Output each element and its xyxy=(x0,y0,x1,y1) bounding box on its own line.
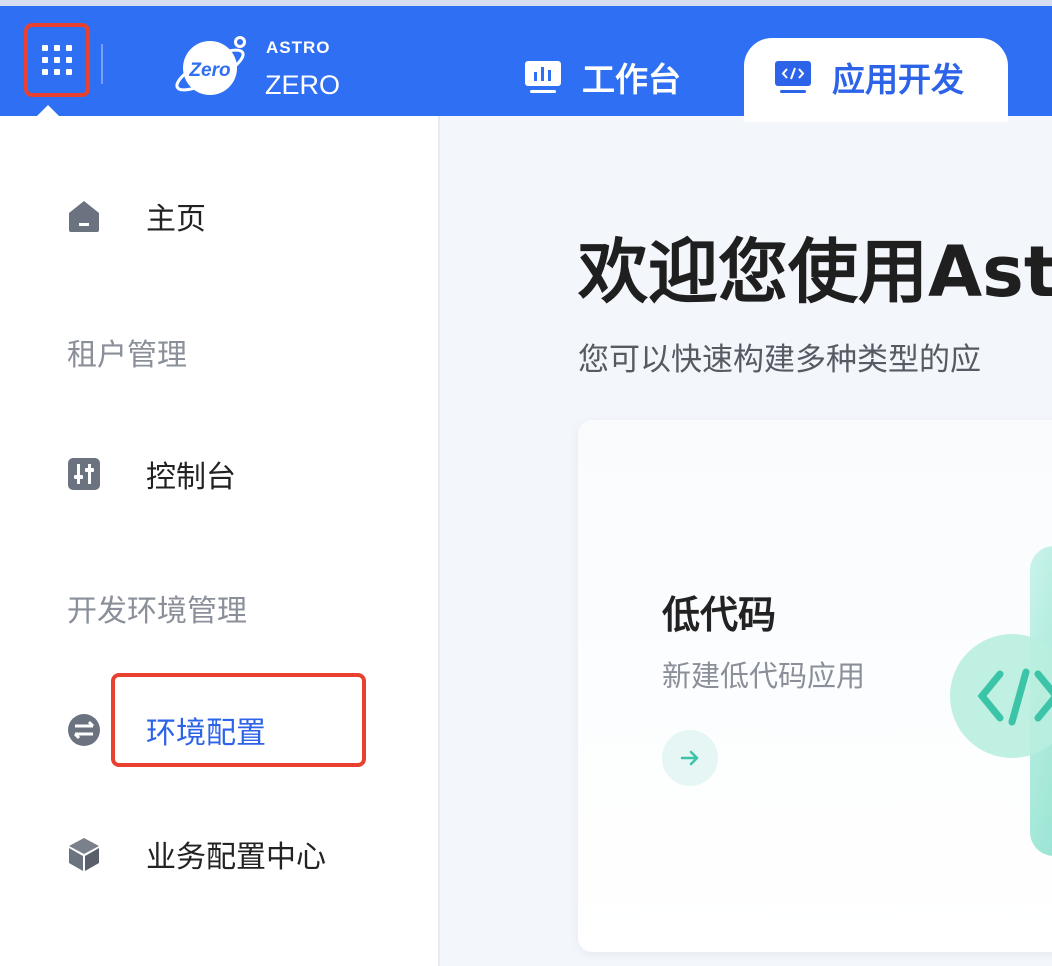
console-icon xyxy=(68,458,100,490)
code-brackets-icon xyxy=(950,546,1052,856)
header-divider xyxy=(101,44,103,84)
card-title: 低代码 xyxy=(662,593,777,637)
group-tenant-management: 租户管理 xyxy=(67,338,187,373)
sidebar-item-home[interactable]: 主页 xyxy=(66,194,206,238)
welcome-title: 欢迎您使用Ast xyxy=(578,231,1052,313)
nav-tab-workbench[interactable]: 工作台 xyxy=(524,38,681,122)
nav-tab-app-development[interactable]: 应用开发 xyxy=(744,38,1008,122)
astro-zero-logo[interactable]: Zero xyxy=(170,26,250,106)
top-navigation-bar: Zero ASTRO ZERO 工作台 应用开发 xyxy=(0,0,1052,122)
sidebar-item-business-config-label: 业务配置中心 xyxy=(146,840,326,875)
sidebar-item-console[interactable]: 控制台 xyxy=(66,452,236,496)
code-icon xyxy=(775,61,811,93)
cube-icon xyxy=(69,838,99,871)
main-content: 欢迎您使用Ast 您可以快速构建多种类型的应 低代码 新建低代码应用 xyxy=(440,116,1052,966)
brand-name-top: ASTRO xyxy=(266,38,331,57)
launcher-caret xyxy=(37,105,59,116)
active-item-highlight xyxy=(111,673,366,767)
low-code-card[interactable]: 低代码 新建低代码应用 xyxy=(578,420,1052,952)
sidebar-menu: 主页 租户管理 控制台 开发环境管理 环境配置 业务配置中心 xyxy=(0,116,440,966)
app-launcher-button[interactable] xyxy=(24,23,90,97)
card-create-button[interactable] xyxy=(662,730,718,786)
env-config-icon xyxy=(68,714,100,746)
sidebar-item-home-label: 主页 xyxy=(146,202,206,237)
arrow-right-icon xyxy=(680,750,699,766)
brand-name-bottom: ZERO xyxy=(265,70,341,100)
home-icon xyxy=(69,201,99,232)
sidebar-item-console-label: 控制台 xyxy=(146,460,236,495)
dashboard-icon xyxy=(525,61,561,93)
card-subtitle: 新建低代码应用 xyxy=(662,659,866,693)
welcome-subtitle: 您可以快速构建多种类型的应 xyxy=(578,342,981,378)
sidebar-item-business-config[interactable]: 业务配置中心 xyxy=(66,832,326,876)
group-dev-env-management: 开发环境管理 xyxy=(67,594,247,629)
svg-text:Zero: Zero xyxy=(188,60,230,81)
nav-tab-workbench-label: 工作台 xyxy=(582,60,681,99)
nav-tab-app-development-label: 应用开发 xyxy=(832,60,964,99)
apps-grid-icon xyxy=(42,45,72,75)
